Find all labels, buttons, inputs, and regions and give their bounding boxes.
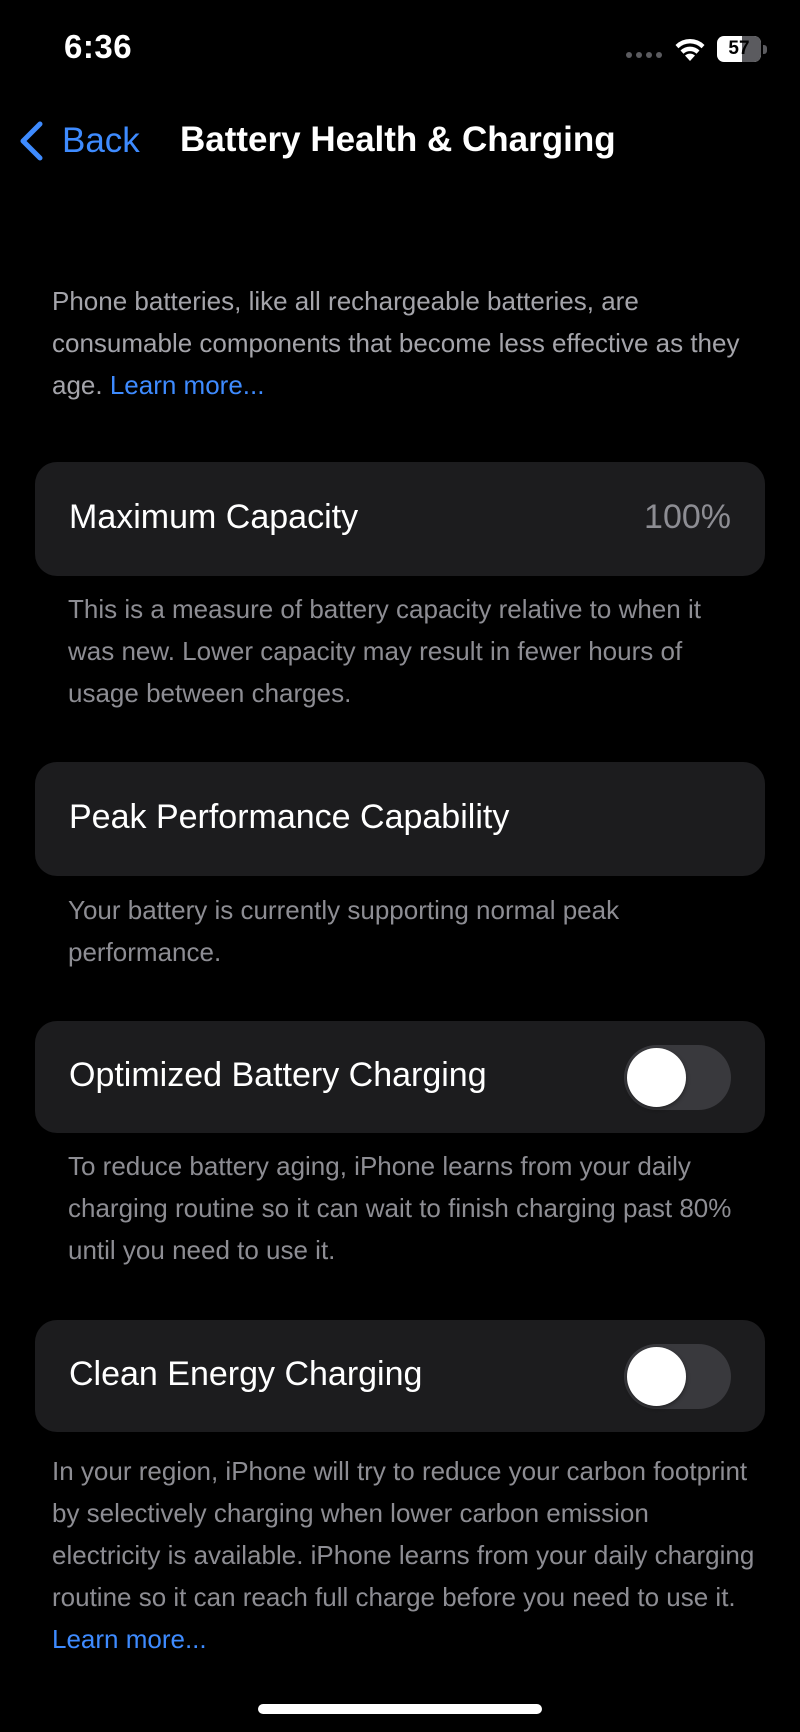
peak-performance-label: Peak Performance Capability — [69, 798, 510, 836]
battery-icon: 57 — [717, 36, 769, 62]
optimized-charging-label: Optimized Battery Charging — [69, 1056, 487, 1094]
clean-energy-row: Clean Energy Charging — [35, 1320, 765, 1432]
clean-energy-footer: In your region, iPhone will try to reduc… — [52, 1450, 762, 1660]
peak-performance-row: Peak Performance Capability — [35, 762, 765, 876]
maximum-capacity-row: Maximum Capacity 100% — [35, 462, 765, 576]
optimized-charging-row: Optimized Battery Charging — [35, 1021, 765, 1133]
clean-energy-learn-more-link[interactable]: Learn more... — [52, 1624, 207, 1654]
clean-energy-footer-text: In your region, iPhone will try to reduc… — [52, 1456, 755, 1612]
maximum-capacity-footer: This is a measure of battery capacity re… — [68, 594, 701, 708]
learn-more-link[interactable]: Learn more... — [110, 370, 265, 400]
optimized-charging-toggle[interactable] — [624, 1045, 731, 1110]
peak-performance-footer: Your battery is currently supporting nor… — [68, 895, 620, 967]
back-label: Back — [62, 121, 140, 160]
status-bar: 6:36 57 — [0, 0, 800, 100]
battery-percent: 57 — [728, 38, 750, 59]
clean-energy-label: Clean Energy Charging — [69, 1355, 423, 1393]
optimized-charging-footer: To reduce battery aging, iPhone learns f… — [68, 1151, 732, 1265]
page-title: Battery Health & Charging — [180, 120, 616, 159]
wifi-icon — [675, 38, 705, 61]
back-button[interactable]: Back — [18, 118, 140, 164]
clean-energy-toggle[interactable] — [624, 1344, 731, 1409]
signal-dots-icon — [626, 52, 662, 58]
toggle-knob — [627, 1048, 686, 1107]
chevron-left-icon — [20, 121, 43, 161]
intro-text: Phone batteries, like all rechargeable b… — [52, 280, 752, 406]
toggle-knob — [627, 1347, 686, 1406]
home-indicator — [258, 1704, 542, 1714]
status-time: 6:36 — [64, 28, 133, 65]
maximum-capacity-label: Maximum Capacity — [69, 498, 359, 536]
maximum-capacity-value: 100% — [644, 498, 731, 536]
